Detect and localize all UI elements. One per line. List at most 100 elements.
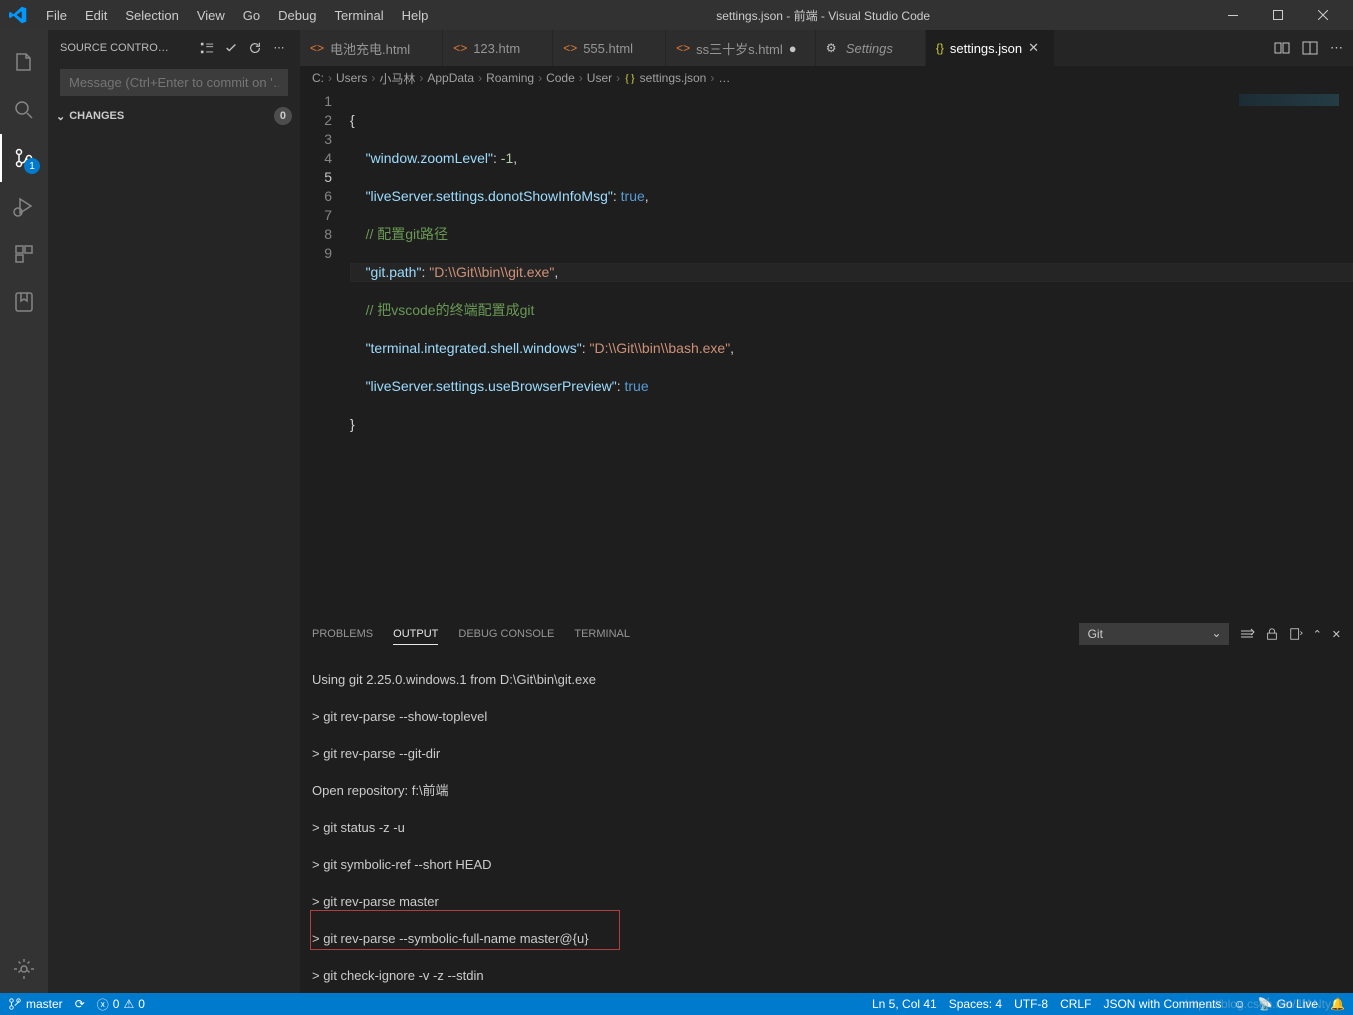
commit-message-input-wrap: [60, 69, 288, 96]
code-editor[interactable]: 123456789 { "window.zoomLevel": -1, "liv…: [300, 90, 1353, 617]
commit-icon[interactable]: [222, 39, 240, 57]
code-text: "window.zoomLevel": [366, 150, 493, 166]
activity-settings[interactable]: [0, 945, 48, 993]
breadcrumb[interactable]: C:› Users› 小马林› AppData› Roaming› Code› …: [300, 66, 1353, 90]
activity-bookmark[interactable]: [0, 278, 48, 326]
maximize-button[interactable]: [1255, 0, 1300, 30]
code-text: {: [350, 112, 355, 128]
minimize-button[interactable]: [1210, 0, 1255, 30]
tab-4[interactable]: ⚙ Settings✕: [816, 30, 926, 66]
tab-label: ss三十岁s.html: [696, 39, 783, 58]
refresh-icon[interactable]: [246, 39, 264, 57]
maximize-panel-icon[interactable]: ⌃: [1313, 628, 1322, 641]
view-tree-icon[interactable]: [198, 39, 216, 57]
panel-tab-output[interactable]: OUTPUT: [393, 624, 438, 645]
status-sync[interactable]: ⟳: [75, 997, 85, 1011]
output-line: > git rev-parse --show-toplevel: [312, 708, 1341, 727]
lock-scroll-icon[interactable]: [1265, 627, 1279, 641]
output-line: > git status -z -u: [312, 819, 1341, 838]
open-log-icon[interactable]: [1289, 627, 1303, 641]
code-text: "liveServer.settings.useBrowserPreview": [366, 378, 617, 394]
code-text: "D:\\Git\\bin\\git.exe": [429, 264, 554, 280]
code-text: ,: [730, 340, 734, 356]
status-branch[interactable]: master: [8, 997, 63, 1011]
bc-seg[interactable]: settings.json: [640, 71, 707, 85]
output-highlight-box: [310, 910, 620, 950]
code-text: :: [617, 378, 625, 394]
status-cursor[interactable]: Ln 5, Col 41: [872, 997, 937, 1011]
menu-go[interactable]: Go: [235, 4, 268, 27]
bc-seg[interactable]: Users: [336, 71, 367, 85]
code-content[interactable]: { "window.zoomLevel": -1, "liveServer.se…: [350, 90, 1353, 617]
menu-debug[interactable]: Debug: [270, 4, 324, 27]
menu-selection[interactable]: Selection: [117, 4, 186, 27]
more-icon[interactable]: ⋯: [270, 39, 288, 57]
html-icon: <>: [310, 41, 324, 55]
activity-search[interactable]: [0, 86, 48, 134]
menu-file[interactable]: File: [38, 4, 75, 27]
changes-section[interactable]: ⌄ CHANGES 0: [48, 104, 300, 128]
activity-explorer[interactable]: 1: [0, 38, 48, 86]
json-icon: {}: [624, 71, 636, 86]
more-icon[interactable]: ⋯: [1330, 40, 1343, 56]
bc-seg[interactable]: …: [718, 71, 730, 85]
modified-dot-icon[interactable]: ●: [789, 41, 805, 56]
close-icon[interactable]: ✕: [1028, 40, 1044, 56]
code-text: :: [613, 188, 621, 204]
scm-sidebar: SOURCE CONTRO… ⋯ ⌄ CHANGES 0: [48, 30, 300, 993]
changes-label: CHANGES: [69, 110, 124, 122]
chevron-down-icon: ⌄: [56, 110, 65, 123]
status-problems[interactable]: ⓧ0 ⚠0: [97, 996, 145, 1013]
close-button[interactable]: [1300, 0, 1345, 30]
tab-5[interactable]: {}settings.json✕: [926, 30, 1055, 66]
compare-icon[interactable]: [1274, 40, 1290, 56]
menu-edit[interactable]: Edit: [77, 4, 115, 27]
tab-actions: ⋯: [1264, 30, 1353, 66]
status-encoding[interactable]: UTF-8: [1014, 997, 1048, 1011]
status-indent[interactable]: Spaces: 4: [949, 997, 1002, 1011]
tab-0[interactable]: <>电池充电.html✕: [300, 30, 443, 66]
clear-output-icon[interactable]: [1239, 626, 1255, 642]
output-body[interactable]: Using git 2.25.0.windows.1 from D:\Git\b…: [300, 650, 1353, 993]
output-line: Using git 2.25.0.windows.1 from D:\Git\b…: [312, 671, 1341, 690]
split-icon[interactable]: [1302, 40, 1318, 56]
activity-extensions[interactable]: [0, 230, 48, 278]
commit-message-input[interactable]: [60, 69, 288, 96]
panel-tab-debug[interactable]: DEBUG CONSOLE: [458, 624, 554, 644]
code-text: ,: [513, 150, 517, 166]
status-eol[interactable]: CRLF: [1060, 997, 1091, 1011]
tab-1[interactable]: <>123.htm✕: [443, 30, 553, 66]
panel-tab-terminal[interactable]: TERMINAL: [574, 624, 630, 644]
tab-label: Settings: [846, 41, 893, 56]
menu-terminal[interactable]: Terminal: [326, 4, 391, 27]
activity-scm[interactable]: 1: [0, 134, 48, 182]
bc-seg[interactable]: User: [587, 71, 612, 85]
minimap[interactable]: [1239, 94, 1339, 106]
output-line: > git symbolic-ref --short HEAD: [312, 856, 1341, 875]
bc-seg[interactable]: AppData: [427, 71, 474, 85]
status-bar: master ⟳ ⓧ0 ⚠0 Ln 5, Col 41 Spaces: 4 UT…: [0, 993, 1353, 1015]
html-icon: <>: [453, 41, 467, 55]
menu-help[interactable]: Help: [394, 4, 437, 27]
bottom-panel: PROBLEMS OUTPUT DEBUG CONSOLE TERMINAL G…: [300, 617, 1353, 993]
window-title: settings.json - 前端 - Visual Studio Code: [436, 7, 1210, 24]
bc-seg[interactable]: C:: [312, 71, 324, 85]
code-text: true: [625, 378, 649, 394]
output-channel-select[interactable]: Git: [1079, 623, 1229, 645]
output-line: > git rev-parse --git-dir: [312, 745, 1341, 764]
activity-debug[interactable]: [0, 182, 48, 230]
tab-2[interactable]: <>555.html✕: [553, 30, 666, 66]
watermark: https://blog.csdn.net/JIANty…: [1185, 997, 1343, 1011]
html-icon: <>: [676, 41, 690, 55]
sidebar-title: SOURCE CONTRO…: [60, 42, 192, 54]
tab-3[interactable]: <> ss三十岁s.html ●: [666, 30, 816, 66]
close-panel-icon[interactable]: ✕: [1332, 628, 1341, 641]
bc-seg[interactable]: Roaming: [486, 71, 534, 85]
panel-tab-problems[interactable]: PROBLEMS: [312, 624, 373, 644]
code-text: // 配置git路径: [366, 226, 448, 242]
activity-bar: 1 1: [0, 30, 48, 993]
bc-seg[interactable]: Code: [546, 71, 575, 85]
gear-icon: ⚙: [826, 41, 840, 55]
menu-view[interactable]: View: [189, 4, 233, 27]
bc-seg[interactable]: 小马林: [379, 70, 415, 87]
